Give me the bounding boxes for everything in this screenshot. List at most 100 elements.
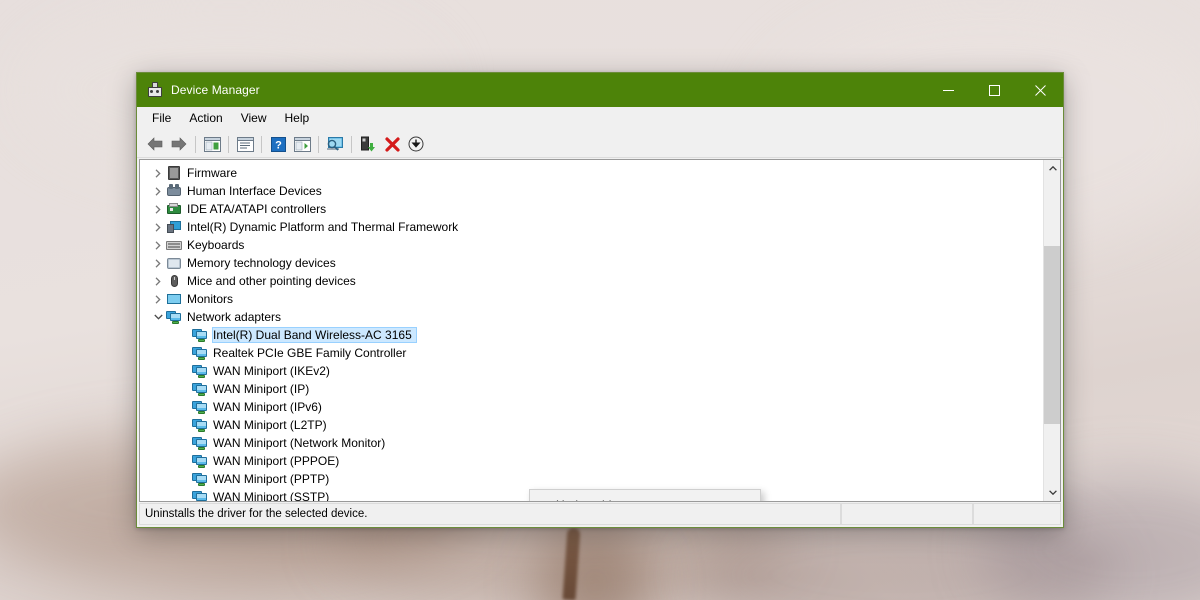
tree-node-label: Memory technology devices: [187, 256, 336, 270]
device-tree[interactable]: Firmware Human Interface Devices IDE ATA/A…: [140, 160, 1043, 501]
device-manager-window: Device Manager File Action View Help ? F…: [136, 72, 1064, 528]
background-blur-blob: [540, 520, 650, 600]
firmware-icon: [166, 165, 182, 181]
show-hide-console-tree-button[interactable]: [200, 133, 224, 156]
chevron-right-icon[interactable]: [150, 240, 166, 250]
window-controls: [925, 73, 1063, 107]
tree-node[interactable]: WAN Miniport (IP): [140, 380, 1043, 398]
forward-arrow-icon: [171, 137, 187, 151]
tree-node-label: Intel(R) Dynamic Platform and Thermal Fr…: [187, 220, 459, 234]
minimize-button[interactable]: [925, 73, 971, 107]
tree-node[interactable]: Realtek PCIe GBE Family Controller: [140, 344, 1043, 362]
back-button[interactable]: [143, 133, 167, 156]
tree-node-label: WAN Miniport (SSTP): [213, 490, 330, 501]
monitor-icon: [166, 291, 182, 307]
tree-node-label: Monitors: [187, 292, 234, 306]
menu-action[interactable]: Action: [180, 108, 231, 129]
network-adapter-icon: [192, 489, 208, 501]
tree-node-label: Realtek PCIe GBE Family Controller: [213, 346, 407, 360]
maximize-icon: [988, 84, 1000, 96]
network-adapter-icon: [192, 381, 208, 397]
console-tree-icon: [203, 136, 221, 152]
chevron-right-icon[interactable]: [150, 276, 166, 286]
network-adapter-icon: [192, 471, 208, 487]
minimize-icon: [942, 89, 954, 91]
question-mark-icon: ?: [270, 136, 286, 152]
chevron-right-icon[interactable]: [150, 168, 166, 178]
tree-node-label: WAN Miniport (PPPOE): [213, 454, 340, 468]
menu-file[interactable]: File: [143, 108, 180, 129]
tree-node[interactable]: Intel(R) Dual Band Wireless-AC 3165: [140, 326, 1043, 344]
update-driver-button[interactable]: [356, 133, 380, 156]
chevron-right-icon[interactable]: [150, 294, 166, 304]
tree-node[interactable]: WAN Miniport (PPPOE): [140, 452, 1043, 470]
back-arrow-icon: [147, 137, 163, 151]
toolbar-separator: [195, 135, 196, 153]
tree-node[interactable]: Memory technology devices: [140, 254, 1043, 272]
status-cell-right: [973, 503, 1061, 525]
chevron-right-icon[interactable]: [150, 204, 166, 214]
memory-device-icon: [166, 255, 182, 271]
tree-node-label: Human Interface Devices: [187, 184, 322, 198]
tree-node[interactable]: WAN Miniport (IKEv2): [140, 362, 1043, 380]
toolbar-separator: [318, 135, 319, 153]
chevron-down-icon: [1048, 490, 1057, 495]
properties-window-icon: [236, 136, 254, 152]
disable-device-button[interactable]: [404, 133, 428, 156]
tree-node-label: Mice and other pointing devices: [187, 274, 356, 288]
scan-for-hardware-changes-button[interactable]: [323, 133, 347, 156]
tree-node-label: WAN Miniport (IKEv2): [213, 364, 330, 378]
properties-button[interactable]: [233, 133, 257, 156]
context-menu[interactable]: Update driverDisable deviceUninstall dev…: [529, 489, 761, 502]
tree-node[interactable]: Keyboards: [140, 236, 1043, 254]
close-button[interactable]: [1017, 73, 1063, 107]
tree-node[interactable]: IDE ATA/ATAPI controllers: [140, 200, 1043, 218]
context-menu-item[interactable]: Update driver: [530, 492, 760, 502]
tree-node[interactable]: Monitors: [140, 290, 1043, 308]
tree-node[interactable]: WAN Miniport (L2TP): [140, 416, 1043, 434]
status-message: Uninstalls the driver for the selected d…: [139, 503, 841, 525]
help-button[interactable]: ?: [266, 133, 290, 156]
scan-monitor-icon: [327, 137, 343, 151]
vertical-scrollbar[interactable]: [1043, 160, 1060, 501]
scroll-up-button[interactable]: [1044, 160, 1060, 177]
uninstall-device-button[interactable]: [380, 133, 404, 156]
keyboard-icon: [166, 237, 182, 253]
action-pane-icon: [293, 136, 311, 152]
menu-help[interactable]: Help: [276, 108, 319, 129]
tree-node[interactable]: Human Interface Devices: [140, 182, 1043, 200]
tree-node[interactable]: WAN Miniport (IPv6): [140, 398, 1043, 416]
tree-node-label: WAN Miniport (Network Monitor): [213, 436, 386, 450]
background-twig: [562, 527, 581, 600]
tree-node[interactable]: Mice and other pointing devices: [140, 272, 1043, 290]
tree-node-label: WAN Miniport (IPv6): [213, 400, 322, 414]
chevron-right-icon[interactable]: [150, 222, 166, 232]
show-hide-action-pane-button[interactable]: [290, 133, 314, 156]
tree-node[interactable]: Intel(R) Dynamic Platform and Thermal Fr…: [140, 218, 1043, 236]
forward-button[interactable]: [167, 133, 191, 156]
toolbar: ?: [137, 131, 1063, 158]
chevron-down-icon[interactable]: [150, 314, 166, 320]
tree-node[interactable]: Network adapters: [140, 308, 1043, 326]
tree-node-label: Intel(R) Dual Band Wireless-AC 3165: [212, 327, 417, 343]
tree-node[interactable]: Firmware: [140, 164, 1043, 182]
ide-controller-icon: [166, 201, 182, 217]
toolbar-separator: [261, 135, 262, 153]
scrollbar-thumb[interactable]: [1044, 246, 1060, 424]
menu-bar: File Action View Help: [137, 107, 1063, 131]
update-driver-icon: [361, 136, 375, 152]
toolbar-separator: [351, 135, 352, 153]
tree-node[interactable]: WAN Miniport (Network Monitor): [140, 434, 1043, 452]
red-x-icon: [384, 136, 400, 152]
network-adapter-icon: [192, 345, 208, 361]
network-adapter-icon: [192, 399, 208, 415]
tree-node-label: Firmware: [187, 166, 237, 180]
network-adapter-icon: [192, 453, 208, 469]
chevron-right-icon[interactable]: [150, 186, 166, 196]
menu-view[interactable]: View: [232, 108, 276, 129]
scroll-down-button[interactable]: [1044, 484, 1060, 501]
tree-node-label: Network adapters: [187, 310, 282, 324]
chevron-right-icon[interactable]: [150, 258, 166, 268]
tree-node[interactable]: WAN Miniport (PPTP): [140, 470, 1043, 488]
maximize-button[interactable]: [971, 73, 1017, 107]
